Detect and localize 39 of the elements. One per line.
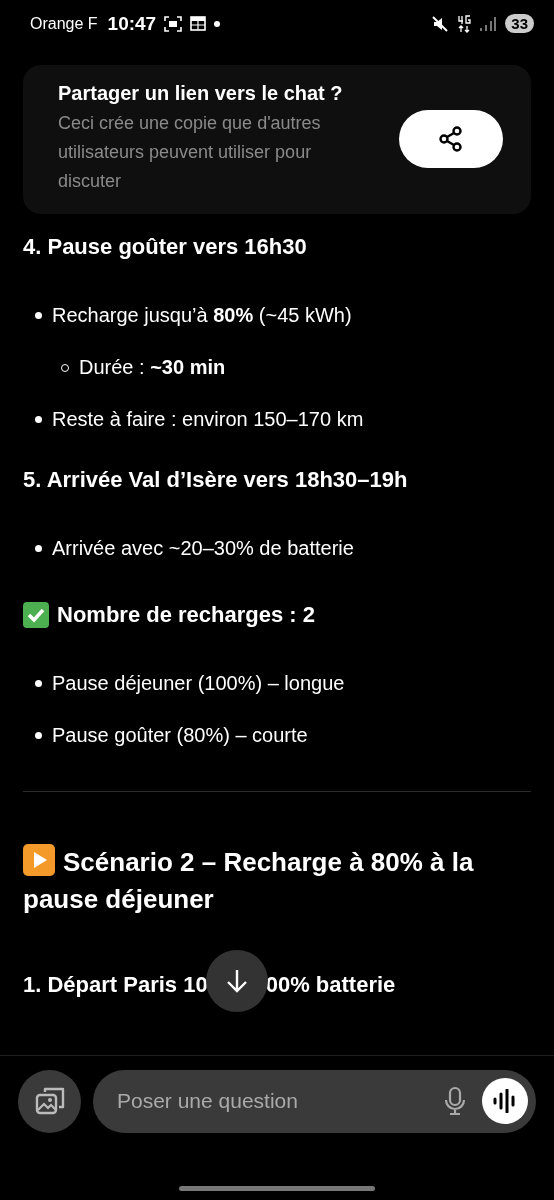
composer-bar[interactable]: Poser une question xyxy=(93,1069,536,1133)
dot-icon xyxy=(214,20,221,27)
calendar-icon xyxy=(190,16,207,32)
carrier-name: Orange F xyxy=(30,14,98,33)
bullet-icon xyxy=(35,545,42,553)
share-description: Ceci crée une copie que d'autres utilisateurs peuvent utiliser pour discuter xyxy=(58,112,322,194)
scenario-heading: Scénario 2 – Recharge à 80% à la pause déjeuner xyxy=(23,843,531,918)
network-icon xyxy=(457,14,472,33)
share-title: Partager un lien vers le chat ? xyxy=(58,82,344,106)
bullet-icon xyxy=(35,680,42,688)
down-arrow-icon xyxy=(224,967,249,994)
bullet-icon xyxy=(35,732,42,740)
mute-icon xyxy=(431,14,450,33)
question-field[interactable]: Poser une question xyxy=(115,1088,428,1115)
list-item-text: Reste à faire : environ 150–170 km xyxy=(52,408,364,432)
signal-icon xyxy=(479,15,498,32)
bullet-icon xyxy=(35,312,42,320)
share-button[interactable] xyxy=(399,110,503,169)
bullet-icon xyxy=(35,416,42,424)
voice-button[interactable] xyxy=(482,1078,528,1125)
clock-time: 10:47 xyxy=(107,12,157,35)
check-mark-icon xyxy=(23,601,49,628)
section-heading: 5. Arrivée Val d’Isère vers 18h30–19h xyxy=(23,465,409,494)
list-item-text: Pause déjeuner (100%) – longue xyxy=(52,672,345,696)
section-heading: 4. Pause goûter vers 16h30 xyxy=(23,232,308,261)
images-icon xyxy=(33,1086,66,1117)
sound-wave-icon xyxy=(492,1089,518,1114)
screenshot-icon xyxy=(164,15,183,32)
list-item-text: Arrivée avec ~20–30% de batterie xyxy=(52,537,354,561)
section-heading: Nombre de recharges : 2 xyxy=(57,600,315,629)
microphone-icon[interactable] xyxy=(444,1086,466,1117)
share-icon xyxy=(437,125,465,154)
play-icon xyxy=(23,843,55,876)
list-item-text: Recharge jusqu’à 80% (~45 kWh) xyxy=(52,304,352,328)
section-heading: 00% batterie xyxy=(265,970,396,999)
list-item-text: Durée : ~30 min xyxy=(79,356,226,380)
list-item-text: Pause goûter (80%) – courte xyxy=(52,724,308,748)
battery-level: 33 xyxy=(505,14,534,34)
section-heading: 1. Départ Paris 10 xyxy=(23,970,208,999)
